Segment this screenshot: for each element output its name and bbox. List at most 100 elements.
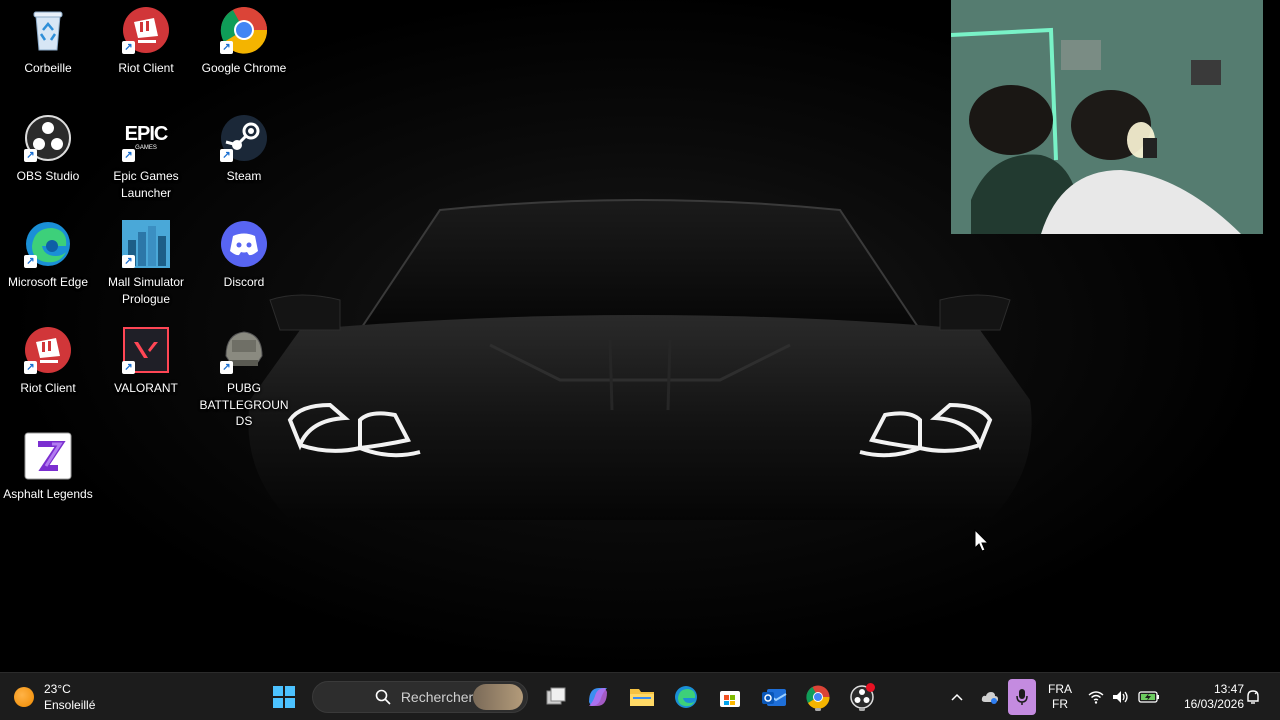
- task-view-button[interactable]: [540, 681, 572, 713]
- shortcut-arrow-icon: ↗: [122, 361, 135, 374]
- desktop-icon-label: Discord: [223, 275, 265, 289]
- cloud-icon: [981, 692, 998, 704]
- asphalt-icon: [24, 432, 72, 480]
- m365-copilot-button[interactable]: [582, 681, 614, 713]
- taskbar: 23°C Ensoleillé Rechercher FRA FR 13:47 …: [0, 672, 1280, 720]
- shortcut-arrow-icon: ↗: [220, 41, 233, 54]
- desktop-icon-label: PUBG BATTLEGROUNDS: [199, 381, 289, 428]
- clock-date: 16/03/2026: [1183, 697, 1244, 711]
- outlook-button[interactable]: [758, 681, 790, 713]
- desktop-icon-label: Microsoft Edge: [7, 275, 89, 289]
- desktop-icon-asphalt-legends[interactable]: Asphalt Legends: [0, 428, 96, 503]
- desktop-icon-microsoft-edge[interactable]: ↗ Microsoft Edge: [0, 216, 96, 291]
- language-code: FRA: [1048, 682, 1072, 696]
- battery-charging-icon: [1138, 691, 1159, 703]
- running-indicator: [815, 708, 821, 711]
- desktop-icon-label: Steam: [226, 169, 262, 183]
- chrome-taskbar-button[interactable]: [802, 681, 834, 713]
- volume-icon: [1113, 691, 1128, 703]
- desktop-icon-label: Riot Client: [20, 381, 76, 395]
- desktop-icon-label: VALORANT: [114, 381, 178, 395]
- desktop-icon-label: OBS Studio: [16, 169, 80, 183]
- file-explorer-button[interactable]: [626, 681, 658, 713]
- shortcut-arrow-icon: ↗: [220, 361, 233, 374]
- desktop-icon-label: Asphalt Legends: [3, 487, 93, 501]
- pubg-icon: ↗: [220, 326, 268, 374]
- sun-icon: [14, 687, 34, 707]
- quick-settings-button[interactable]: [1084, 683, 1164, 711]
- edge-icon: [675, 686, 697, 708]
- desktop-icon-label: Riot Client: [118, 61, 174, 75]
- mouse-cursor-icon: [974, 528, 990, 552]
- desktop-icon-epic-games-launcher[interactable]: EPIC GAMES ↗ Epic Games Launcher: [98, 110, 194, 201]
- desktop-icon-label: Corbeille: [24, 61, 72, 75]
- desktop-icon-label: Mall Simulator Prologue: [107, 275, 185, 306]
- microphone-in-use-button[interactable]: [1008, 679, 1036, 715]
- outlook-icon: [762, 689, 787, 706]
- valorant-icon: ↗: [122, 326, 170, 374]
- desktop-icon-discord[interactable]: Discord: [196, 216, 292, 291]
- shortcut-arrow-icon: ↗: [24, 255, 37, 268]
- recycle-bin-icon: [24, 6, 72, 54]
- webcam-feed: [951, 0, 1263, 234]
- desktop-icon-steam[interactable]: ↗ Steam: [196, 110, 292, 185]
- microsoft-store-icon: [720, 691, 740, 707]
- obs-icon: ↗: [24, 114, 72, 162]
- edge-icon: ↗: [24, 220, 72, 268]
- riot-client-icon: ↗: [24, 326, 72, 374]
- search-placeholder: Rechercher: [400, 689, 474, 705]
- discord-icon: [220, 220, 268, 268]
- mall-simulator-icon: ↗: [122, 220, 170, 268]
- shortcut-arrow-icon: ↗: [122, 41, 135, 54]
- show-hidden-icons-button[interactable]: [946, 685, 968, 709]
- start-button[interactable]: [268, 681, 300, 713]
- running-indicator: [859, 708, 865, 711]
- epic-logo-text: EPIC: [124, 123, 169, 145]
- epic-games-icon: EPIC GAMES ↗: [122, 114, 170, 162]
- desktop-icon-valorant[interactable]: ↗ VALORANT: [98, 322, 194, 397]
- desktop-icon-riot-client-2[interactable]: ↗ Riot Client: [0, 322, 96, 397]
- weather-condition: Ensoleillé: [44, 698, 96, 712]
- desktop-icon-label: Google Chrome: [201, 61, 287, 75]
- task-view-icon: [546, 687, 566, 705]
- desktop-icon-google-chrome[interactable]: ↗ Google Chrome: [196, 2, 292, 77]
- weather-temperature: 23°C: [44, 682, 71, 696]
- chrome-icon: ↗: [220, 6, 268, 54]
- weather-widget[interactable]: 23°C Ensoleillé: [14, 679, 95, 715]
- microsoft-store-button[interactable]: [714, 681, 746, 713]
- windows-start-icon: [273, 686, 295, 708]
- epic-logo-sub: GAMES: [135, 145, 157, 151]
- obs-taskbar-button[interactable]: [846, 681, 878, 713]
- wifi-icon: [1088, 691, 1104, 704]
- notifications-button[interactable]: [1244, 687, 1262, 707]
- edge-taskbar-button[interactable]: [670, 681, 702, 713]
- input-language-button[interactable]: FRA FR: [1042, 681, 1078, 713]
- notification-bell-icon: [1247, 690, 1259, 704]
- search-highlight-icon: [473, 684, 523, 710]
- search-icon: [375, 689, 391, 705]
- m365-copilot-icon: [589, 688, 607, 706]
- desktop-icon-mall-simulator[interactable]: ↗ Mall Simulator Prologue: [98, 216, 194, 307]
- clock-time: 13:47: [1213, 682, 1244, 696]
- shortcut-arrow-icon: ↗: [24, 149, 37, 162]
- desktop-icon-riot-client-1[interactable]: ↗ Riot Client: [98, 2, 194, 77]
- shortcut-arrow-icon: ↗: [220, 149, 233, 162]
- desktop-icon-corbeille[interactable]: Corbeille: [0, 2, 96, 77]
- desktop-icon-pubg[interactable]: ↗ PUBG BATTLEGROUNDS: [196, 322, 292, 430]
- onedrive-tray-button[interactable]: [978, 685, 1002, 709]
- chrome-icon: [806, 685, 830, 709]
- shortcut-arrow-icon: ↗: [122, 149, 135, 162]
- shortcut-arrow-icon: ↗: [24, 361, 37, 374]
- desktop-icon-label: Epic Games Launcher: [113, 169, 179, 200]
- steam-icon: ↗: [220, 114, 268, 162]
- microphone-icon: [1016, 689, 1028, 705]
- folder-icon: [630, 689, 654, 706]
- riot-client-icon: ↗: [122, 6, 170, 54]
- chevron-up-icon: [951, 693, 963, 701]
- search-box[interactable]: Rechercher: [312, 681, 528, 713]
- keyboard-layout: FR: [1052, 697, 1068, 711]
- shortcut-arrow-icon: ↗: [122, 255, 135, 268]
- webcam-overlay: [951, 0, 1263, 234]
- clock-button[interactable]: 13:47 16/03/2026: [1168, 680, 1244, 714]
- desktop-icon-obs-studio[interactable]: ↗ OBS Studio: [0, 110, 96, 185]
